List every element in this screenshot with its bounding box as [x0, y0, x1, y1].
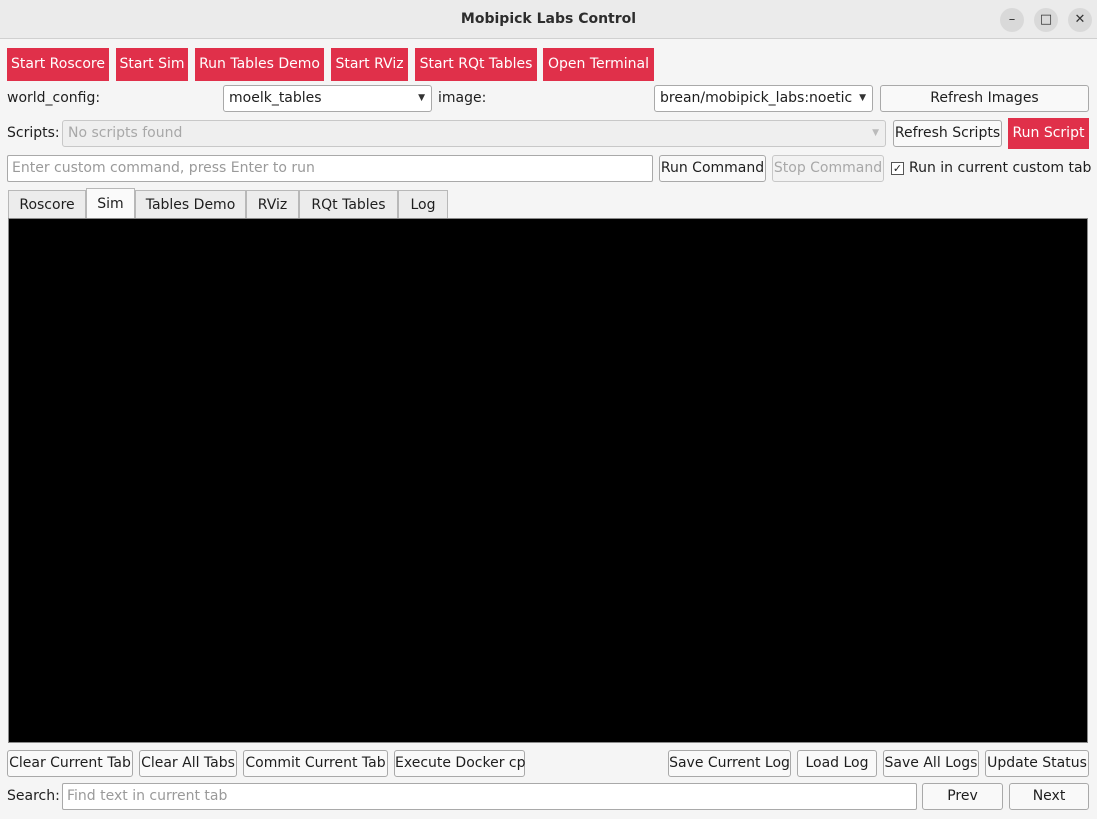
save-all-logs-button[interactable]: Save All Logs: [883, 750, 979, 777]
scripts-select[interactable]: No scripts found ▼: [62, 120, 886, 147]
next-button[interactable]: Next: [1009, 783, 1089, 810]
tab-tables-demo[interactable]: Tables Demo: [135, 190, 246, 218]
close-button[interactable]: ✕: [1068, 8, 1092, 32]
prev-button[interactable]: Prev: [922, 783, 1003, 810]
tab-rqt-tables[interactable]: RQt Tables: [299, 190, 398, 218]
world-config-select[interactable]: moelk_tables ▼: [223, 85, 432, 112]
chevron-down-icon: ▼: [418, 93, 425, 103]
run-tables-demo-button[interactable]: Run Tables Demo: [195, 48, 324, 81]
scripts-value: No scripts found: [68, 125, 183, 141]
world-config-label: world_config:: [7, 90, 101, 106]
image-select[interactable]: brean/mobipick_labs:noetic ▼: [654, 85, 873, 112]
minimize-button[interactable]: –: [1000, 8, 1024, 32]
execute-docker-cp-button[interactable]: Execute Docker cp: [394, 750, 526, 777]
run-in-current-tab-label: Run in current custom tab: [909, 160, 1092, 176]
custom-command-input[interactable]: Enter custom command, press Enter to run: [7, 155, 653, 182]
refresh-scripts-button[interactable]: Refresh Scripts: [893, 120, 1002, 147]
start-sim-button[interactable]: Start Sim: [116, 48, 188, 81]
run-command-button[interactable]: Run Command: [659, 155, 766, 182]
update-status-button[interactable]: Update Status: [985, 750, 1089, 777]
clear-current-tab-button[interactable]: Clear Current Tab: [7, 750, 133, 777]
chevron-down-icon: ▼: [872, 128, 879, 138]
start-rviz-button[interactable]: Start RViz: [331, 48, 408, 81]
stop-command-button[interactable]: Stop Command: [772, 155, 884, 182]
search-label: Search:: [7, 788, 60, 804]
maximize-button[interactable]: □: [1034, 8, 1058, 32]
world-config-value: moelk_tables: [229, 90, 322, 106]
image-value: brean/mobipick_labs:noetic: [660, 90, 853, 106]
run-in-current-tab-checkbox[interactable]: ✓: [891, 162, 904, 175]
save-current-log-button[interactable]: Save Current Log: [668, 750, 791, 777]
image-label: image:: [438, 90, 487, 106]
tab-roscore[interactable]: Roscore: [8, 190, 86, 218]
tab-rviz[interactable]: RViz: [246, 190, 299, 218]
tab-sim[interactable]: Sim: [86, 188, 135, 219]
open-terminal-button[interactable]: Open Terminal: [543, 48, 654, 81]
tab-log[interactable]: Log: [398, 190, 448, 218]
start-roscore-button[interactable]: Start Roscore: [7, 48, 109, 81]
refresh-images-button[interactable]: Refresh Images: [880, 85, 1089, 112]
search-input[interactable]: Find text in current tab: [62, 783, 917, 810]
clear-all-tabs-button[interactable]: Clear All Tabs: [139, 750, 237, 777]
window-title: Mobipick Labs Control: [460, 11, 637, 27]
start-rqt-tables-button[interactable]: Start RQt Tables: [415, 48, 537, 81]
commit-current-tab-button[interactable]: Commit Current Tab: [243, 750, 388, 777]
console-output[interactable]: [8, 218, 1088, 743]
run-script-button[interactable]: Run Script: [1008, 118, 1089, 149]
chevron-down-icon: ▼: [859, 93, 866, 103]
scripts-label: Scripts:: [7, 125, 60, 141]
load-log-button[interactable]: Load Log: [797, 750, 877, 777]
